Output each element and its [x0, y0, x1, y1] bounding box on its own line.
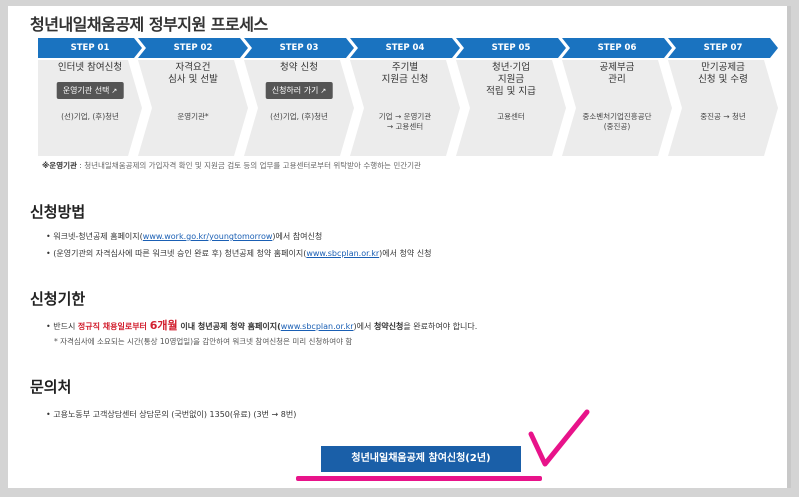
apply-method-title: 신청방법 — [30, 203, 86, 221]
step-name: 인터넷 참여신청 — [57, 62, 123, 73]
step-actor: (선)기업, (후)청년 — [61, 112, 119, 121]
button-label: 운영기관 선택 — [62, 86, 110, 95]
list-item: 워크넷-청년공제 홈페이지(www.work.go.kr/youngtomorr… — [46, 231, 322, 242]
step-body — [38, 60, 142, 156]
text: 을 완료하여야 합니다. — [403, 322, 478, 331]
step-name: 만기공제금 신청 및 수령 — [698, 62, 748, 85]
emphasis-text: 6개월 — [149, 319, 178, 332]
step-header: STEP 05 — [456, 38, 566, 58]
step-7: STEP 07 만기공제금 신청 및 수령 중진공 → 청년 — [668, 38, 778, 158]
text: 반드시 — [53, 322, 78, 331]
step-header: STEP 04 — [350, 38, 460, 58]
step-name: 자격요건 심사 및 선발 — [168, 62, 218, 85]
step-actor: 중소벤처기업진흥공단 (중진공) — [582, 112, 652, 131]
step-name: 청약 신청 — [280, 62, 318, 73]
step-header: STEP 06 — [562, 38, 672, 58]
text: )에서 — [353, 322, 374, 331]
deadline-note: * 자격심사에 소요되는 시간(통상 10영업일)을 감안하여 워크넷 참여신청… — [54, 337, 353, 346]
button-label: 신청하러 가기 — [271, 86, 319, 95]
step-actor: 기업 → 운영기관 → 고용센터 — [378, 112, 432, 131]
sbcplan-link[interactable]: www.sbcplan.or.kr — [306, 249, 379, 258]
step-name: 주기별 지원금 신청 — [381, 62, 429, 85]
text: 이내 청년공제 청약 홈페이지( — [177, 322, 281, 331]
step-2: STEP 02 자격요건 심사 및 선발 운영기관* — [138, 38, 248, 158]
step-actor: 중진공 → 청년 — [700, 112, 746, 121]
step-header: STEP 03 — [244, 38, 354, 58]
text: 워크넷-청년공제 홈페이지( — [53, 232, 143, 241]
list-item: 고용노동부 고객상담센터 상담문의 (국번없이) 1350(유료) (3번 → … — [46, 409, 296, 420]
process-steps: STEP 01 인터넷 참여신청 운영기관 선택 ↗ (선)기업, (후)청년 S… — [38, 38, 778, 158]
worknet-link[interactable]: www.work.go.kr/youngtomorrow — [143, 232, 273, 241]
text: )에서 청약 신청 — [379, 249, 432, 258]
text: (운영기관의 자격심사에 따른 워크넷 승인 완료 후) 청년공제 청약 홈페이… — [53, 249, 307, 258]
step-actor: (선)기업, (후)청년 — [270, 112, 328, 121]
emphasis-text: 청약신청 — [373, 322, 404, 331]
deadline-title: 신청기한 — [30, 290, 86, 308]
external-link-icon: ↗ — [320, 87, 327, 95]
step-4: STEP 04 주기별 지원금 신청 기업 → 운영기관 → 고용센터 — [350, 38, 460, 158]
page: 청년내일채움공제 정부지원 프로세스 STEP 01 인터넷 참여신청 운영기관… — [8, 6, 787, 488]
step-5: STEP 05 청년·기업 지원금 적립 및 지급 고용센터 — [456, 38, 566, 158]
operator-note: ※운영기관 : 청년내일채움공제의 가입자격 확인 및 지원금 검토 등의 업무… — [42, 160, 421, 171]
text: )에서 참여신청 — [272, 232, 323, 241]
external-link-icon: ↗ — [111, 87, 118, 95]
step-body — [244, 60, 354, 156]
step-3: STEP 03 청약 신청 신청하러 가기 ↗ (선)기업, (후)청년 — [244, 38, 354, 158]
check-mark-icon — [528, 409, 590, 467]
step-name: 공제부금 관리 — [599, 62, 635, 85]
sbcplan-link[interactable]: www.sbcplan.or.kr — [281, 322, 354, 331]
list-item: (운영기관의 자격심사에 따른 워크넷 승인 완료 후) 청년공제 청약 홈페이… — [46, 248, 432, 259]
select-operator-button[interactable]: 운영기관 선택 ↗ — [56, 82, 124, 99]
apply-now-button[interactable]: 신청하러 가기 ↗ — [265, 82, 333, 99]
list-item: 반드시 정규직 채용일로부터 6개월 이내 청년공제 청약 홈페이지(www.s… — [46, 317, 477, 333]
step-header: STEP 01 — [38, 38, 142, 58]
highlight-underline — [296, 476, 542, 481]
step-6: STEP 06 공제부금 관리 중소벤처기업진흥공단 (중진공) — [562, 38, 672, 158]
step-1: STEP 01 인터넷 참여신청 운영기관 선택 ↗ (선)기업, (후)청년 — [38, 38, 142, 158]
step-actor: 고용센터 — [497, 112, 525, 121]
contact-title: 문의처 — [30, 378, 72, 396]
step-header: STEP 02 — [138, 38, 248, 58]
step-name: 청년·기업 지원금 적립 및 지급 — [486, 62, 536, 97]
emphasis-text: 정규직 채용일로부터 — [77, 322, 150, 331]
page-edge — [787, 6, 791, 488]
page-title: 청년내일채움공제 정부지원 프로세스 — [30, 15, 268, 34]
apply-participation-button[interactable]: 청년내일채움공제 참여신청(2년) — [321, 446, 521, 472]
note-label: ※운영기관 — [42, 161, 77, 170]
note-text: : 청년내일채움공제의 가입자격 확인 및 지원금 검토 등의 업무를 고용센터… — [76, 161, 421, 170]
step-header: STEP 07 — [668, 38, 778, 58]
step-actor: 운영기관* — [177, 112, 209, 121]
